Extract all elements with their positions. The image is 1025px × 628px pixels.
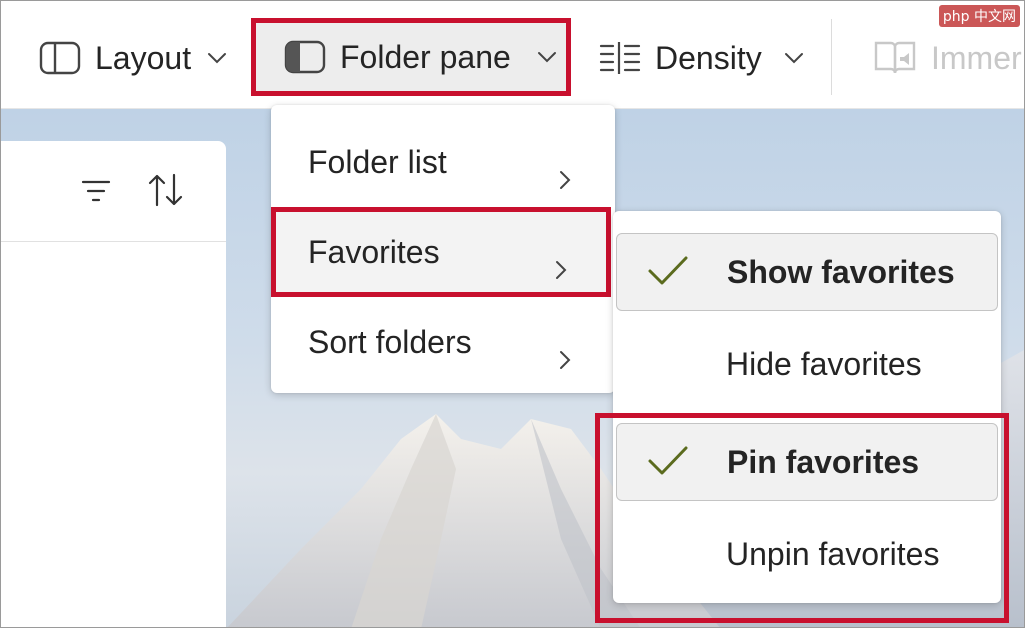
chevron-right-icon bbox=[559, 161, 571, 198]
sort-icon[interactable] bbox=[147, 173, 185, 212]
submenu-item-label: Pin favorites bbox=[727, 443, 920, 480]
submenu-item-hide-favorites[interactable]: Hide favorites bbox=[616, 325, 998, 403]
layout-icon bbox=[39, 40, 81, 76]
toolbar-divider bbox=[831, 19, 832, 95]
menu-item-sort-folders[interactable]: Sort folders bbox=[271, 297, 615, 387]
submenu-item-label: Hide favorites bbox=[726, 345, 922, 382]
submenu-item-show-favorites[interactable]: Show favorites bbox=[616, 233, 998, 311]
view-ribbon: Layout Folder pane Density Immer php 中文网 bbox=[1, 1, 1024, 109]
layout-button[interactable]: Layout bbox=[39, 23, 227, 93]
divider bbox=[1, 241, 226, 242]
layout-label: Layout bbox=[95, 39, 192, 76]
immersive-reader-label: Immer bbox=[931, 39, 1022, 76]
immersive-reader-icon bbox=[873, 39, 917, 77]
submenu-item-label: Unpin favorites bbox=[726, 535, 940, 572]
submenu-item-pin-favorites[interactable]: Pin favorites bbox=[616, 423, 998, 501]
app-window: Layout Folder pane Density Immer php 中文网… bbox=[0, 0, 1025, 628]
immersive-reader-button[interactable]: Immer bbox=[873, 23, 1022, 93]
menu-item-favorites[interactable]: Favorites bbox=[271, 207, 611, 297]
checkmark-icon bbox=[647, 254, 689, 296]
checkmark-icon bbox=[647, 444, 689, 486]
submenu-item-unpin-favorites[interactable]: Unpin favorites bbox=[616, 515, 998, 593]
chevron-down-icon bbox=[207, 52, 227, 64]
folder-pane-button[interactable]: Folder pane bbox=[251, 18, 571, 96]
filter-icon[interactable] bbox=[81, 179, 111, 208]
density-button[interactable]: Density bbox=[599, 23, 804, 93]
chevron-down-icon bbox=[784, 52, 804, 64]
folder-pane-label: Folder pane bbox=[340, 38, 511, 75]
density-label: Density bbox=[655, 39, 762, 76]
submenu-item-label: Show favorites bbox=[727, 253, 955, 290]
chevron-right-icon bbox=[559, 341, 571, 378]
menu-item-folder-list[interactable]: Folder list bbox=[271, 117, 615, 207]
folder-pane-icon bbox=[284, 39, 326, 75]
menu-item-label: Favorites bbox=[308, 233, 440, 270]
density-icon bbox=[599, 40, 641, 76]
chevron-right-icon bbox=[555, 251, 567, 288]
folder-pane-menu: Folder list Favorites Sort folders bbox=[271, 105, 615, 393]
message-list-pane bbox=[1, 141, 226, 627]
watermark: php 中文网 bbox=[938, 5, 1020, 27]
menu-item-label: Sort folders bbox=[308, 323, 472, 360]
menu-item-label: Folder list bbox=[308, 143, 447, 180]
favorites-submenu: Show favorites Hide favorites Pin favori… bbox=[613, 211, 1001, 603]
chevron-down-icon bbox=[537, 51, 557, 63]
